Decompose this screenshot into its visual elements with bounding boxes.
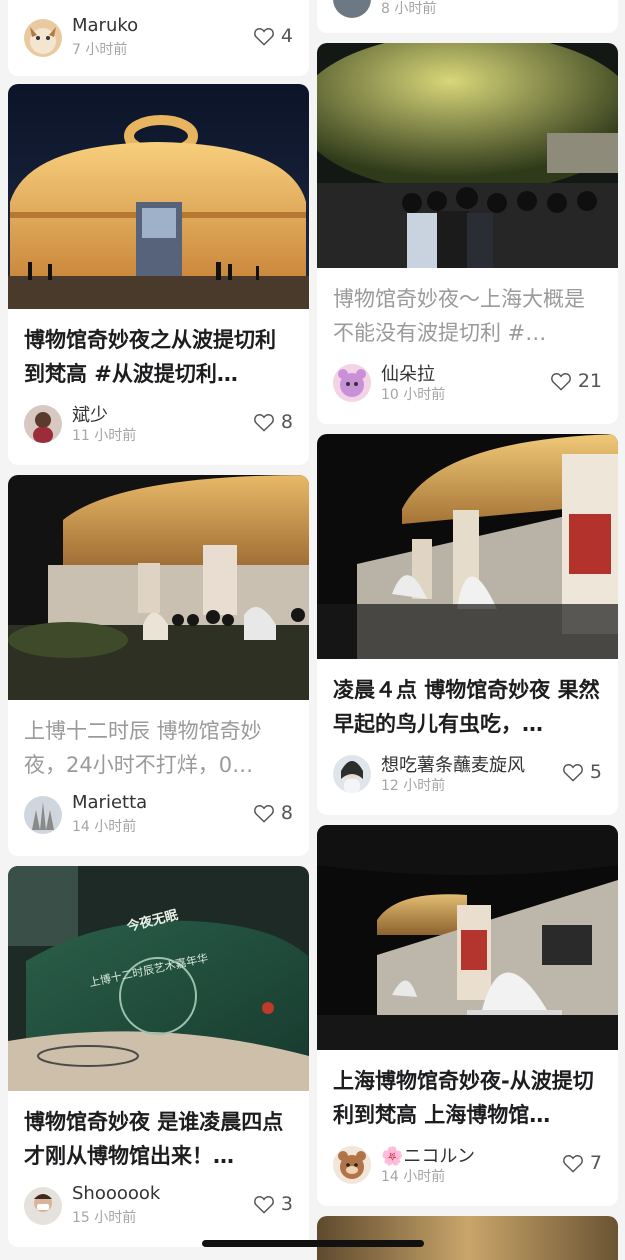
post-time: 7 小时前 [72, 42, 128, 58]
avatar[interactable] [333, 755, 371, 793]
like-count: 7 [589, 1152, 602, 1174]
post-time: 8 小时前 [381, 1, 437, 17]
post-card[interactable]: 上博十二时辰 博物馆奇妙夜，24小时不打烊，0… Marietta 14 小时前… [8, 475, 309, 856]
like-count: 4 [280, 25, 293, 47]
like-button[interactable]: 5 [562, 761, 602, 783]
post-time: 11 小时前 [72, 428, 137, 444]
post-title[interactable]: 博物馆奇妙夜之从波提切利到梵高 #从波提切利… [8, 323, 309, 391]
like-button[interactable]: 21 [550, 370, 602, 392]
post-card[interactable]: Maruko 7 小时前 4 [8, 0, 309, 76]
like-button[interactable]: 4 [253, 25, 293, 47]
post-time: 12 小时前 [381, 778, 446, 794]
post-card[interactable]: 博物馆奇妙夜～上海大概是不能没有波提切利 #… 仙朵拉 10 小时前 21 [317, 43, 618, 424]
author-name[interactable]: Maruko [72, 15, 138, 36]
like-count: 5 [589, 761, 602, 783]
post-time: 14 小时前 [381, 1169, 446, 1185]
post-cover-image[interactable] [8, 475, 309, 700]
post-card[interactable]: 今夜无眠 上博十二时辰艺术嘉年华 博物馆奇妙夜 是谁凌晨四点才刚从博物馆出来！…… [8, 866, 309, 1247]
post-meta: 斌少 11 小时前 8 [8, 401, 309, 447]
post-title[interactable]: 博物馆奇妙夜～上海大概是不能没有波提切利 #… [317, 282, 618, 350]
post-meta: 8 小时前 [317, 0, 618, 26]
heart-outline-icon [254, 805, 274, 823]
home-indicator[interactable] [202, 1240, 424, 1247]
like-button[interactable]: 3 [253, 1193, 293, 1215]
post-card[interactable]: 凌晨４点 博物馆奇妙夜 果然早起的鸟儿有虫吃，… 想吃薯条蘸麦旋风 12 小时前… [317, 434, 618, 815]
post-cover-image[interactable]: 今夜无眠 上博十二时辰艺术嘉年华 [8, 866, 309, 1091]
post-meta: Marietta 14 小时前 8 [8, 792, 309, 838]
like-count: 8 [280, 802, 293, 824]
post-time: 14 小时前 [72, 819, 137, 835]
heart-outline-icon [563, 1155, 583, 1173]
heart-outline-icon [254, 28, 274, 46]
avatar[interactable] [333, 364, 371, 402]
post-title[interactable]: 上海博物馆奇妙夜-从波提切利到梵高 上海博物馆… [317, 1064, 618, 1132]
author-name[interactable]: Shoooook [72, 1183, 160, 1204]
avatar[interactable] [333, 1146, 371, 1184]
heart-outline-icon [550, 373, 571, 391]
avatar[interactable] [333, 0, 371, 18]
like-button[interactable]: 8 [253, 802, 293, 824]
avatar[interactable] [24, 1187, 62, 1225]
heart-outline-icon [254, 414, 274, 432]
post-card[interactable] [317, 1216, 618, 1260]
author-name[interactable]: Marietta [72, 792, 147, 813]
post-cover-image[interactable] [317, 825, 618, 1050]
post-meta: 想吃薯条蘸麦旋风 12 小时前 5 [317, 751, 618, 797]
like-count: 8 [280, 411, 293, 433]
avatar[interactable] [24, 796, 62, 834]
post-meta: 仙朵拉 10 小时前 21 [317, 360, 618, 406]
post-cover-image[interactable] [8, 84, 309, 309]
post-title[interactable]: 上博十二时辰 博物馆奇妙夜，24小时不打烊，0… [8, 714, 309, 782]
like-count: 3 [280, 1193, 293, 1215]
post-card[interactable]: 博物馆奇妙夜之从波提切利到梵高 #从波提切利… 斌少 11 小时前 8 [8, 84, 309, 465]
avatar[interactable] [24, 19, 62, 57]
like-button[interactable]: 7 [562, 1152, 602, 1174]
like-button[interactable]: 8 [253, 411, 293, 433]
avatar[interactable] [24, 405, 62, 443]
heart-outline-icon [254, 1196, 274, 1214]
post-cover-image[interactable] [317, 1216, 618, 1260]
author-name[interactable]: 斌少 [72, 401, 108, 427]
post-meta: Shoooook 15 小时前 3 [8, 1183, 309, 1229]
post-title[interactable]: 凌晨４点 博物馆奇妙夜 果然早起的鸟儿有虫吃，… [317, 673, 618, 741]
like-count: 21 [577, 370, 602, 392]
author-name[interactable]: 想吃薯条蘸麦旋风 [381, 751, 525, 777]
author-name[interactable]: 仙朵拉 [381, 360, 435, 386]
post-title[interactable]: 博物馆奇妙夜 是谁凌晨四点才刚从博物馆出来！… [8, 1105, 309, 1173]
post-meta: Maruko 7 小时前 4 [8, 15, 309, 61]
post-card[interactable]: 8 小时前 [317, 0, 618, 33]
post-time: 10 小时前 [381, 387, 446, 403]
post-cover-image[interactable] [317, 43, 618, 268]
post-meta: 🌸ニコルン 14 小时前 7 [317, 1142, 618, 1188]
post-cover-image[interactable] [317, 434, 618, 659]
post-time: 15 小时前 [72, 1210, 137, 1226]
author-name[interactable]: 🌸ニコルン [381, 1142, 475, 1168]
heart-outline-icon [563, 764, 583, 782]
post-card[interactable]: 上海博物馆奇妙夜-从波提切利到梵高 上海博物馆… 🌸ニコルン 14 小时前 7 [317, 825, 618, 1206]
